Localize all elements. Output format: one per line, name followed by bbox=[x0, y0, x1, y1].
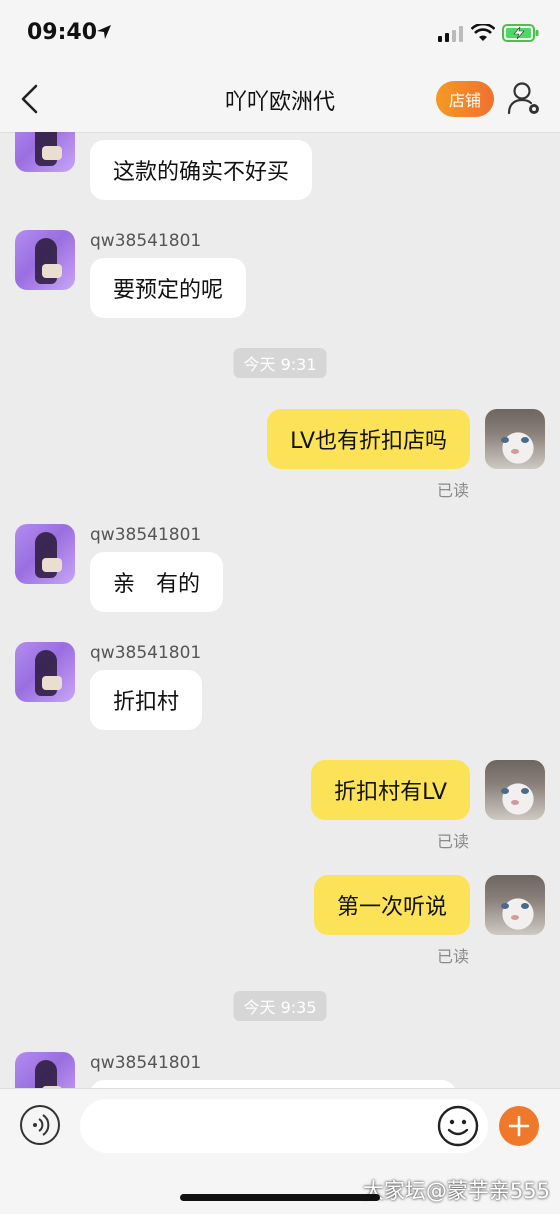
outgoing-message[interactable]: LV也有折扣店吗 bbox=[267, 409, 470, 469]
incoming-message[interactable]: 折扣村 bbox=[90, 670, 203, 730]
plus-icon bbox=[508, 1115, 530, 1137]
location-arrow-icon bbox=[97, 25, 111, 39]
incoming-message[interactable]: 亲 有的 bbox=[90, 552, 223, 612]
contact-avatar[interactable] bbox=[15, 230, 75, 290]
outgoing-message[interactable]: 第一次听说 bbox=[313, 875, 470, 935]
incoming-message[interactable]: 这款的确实不好买 bbox=[90, 140, 313, 200]
message-input-bar: 大家坛@蒙芋亲555 bbox=[0, 1088, 560, 1214]
timestamp-label: 今天 9:31 bbox=[233, 348, 327, 378]
incoming-message[interactable] bbox=[90, 1080, 456, 1088]
emoji-icon[interactable] bbox=[437, 1105, 479, 1147]
watermark-text: 大家坛@蒙芋亲555 bbox=[362, 1179, 550, 1203]
shop-button[interactable]: 店铺 bbox=[436, 81, 494, 117]
status-bar: 09:40 bbox=[0, 0, 560, 66]
sender-name: qw38541801 bbox=[90, 1053, 202, 1073]
signal-icon bbox=[438, 26, 463, 42]
sender-name: qw38541801 bbox=[90, 643, 202, 663]
status-time: 09:40 bbox=[27, 20, 98, 45]
outgoing-message[interactable]: 折扣村有LV bbox=[311, 760, 470, 820]
user-settings-icon[interactable] bbox=[506, 80, 544, 118]
chat-messages[interactable]: 这款的确实不好买 qw38541801 要预定的呢 今天 9:31 LV也有折扣… bbox=[0, 132, 560, 1088]
my-avatar[interactable] bbox=[485, 875, 545, 935]
read-status: 已读 bbox=[436, 947, 469, 966]
sender-name: qw38541801 bbox=[90, 231, 202, 251]
contact-avatar[interactable] bbox=[15, 132, 75, 172]
contact-avatar[interactable] bbox=[15, 642, 75, 702]
sender-name: qw38541801 bbox=[90, 525, 202, 545]
contact-avatar[interactable] bbox=[15, 1052, 75, 1088]
wifi-icon bbox=[471, 24, 495, 41]
battery-charging-icon bbox=[502, 24, 539, 42]
add-attachment-button[interactable] bbox=[499, 1106, 539, 1146]
my-avatar[interactable] bbox=[485, 409, 545, 469]
chat-header: 吖吖欧洲代 店铺 bbox=[0, 66, 560, 133]
read-status: 已读 bbox=[436, 481, 469, 500]
contact-avatar[interactable] bbox=[15, 524, 75, 584]
incoming-message[interactable]: 要预定的呢 bbox=[90, 258, 247, 318]
my-avatar[interactable] bbox=[485, 760, 545, 820]
home-indicator[interactable] bbox=[180, 1194, 380, 1201]
read-status: 已读 bbox=[436, 832, 469, 851]
timestamp-label: 今天 9:35 bbox=[233, 991, 327, 1021]
message-input[interactable] bbox=[80, 1099, 488, 1153]
voice-icon[interactable] bbox=[20, 1105, 60, 1145]
